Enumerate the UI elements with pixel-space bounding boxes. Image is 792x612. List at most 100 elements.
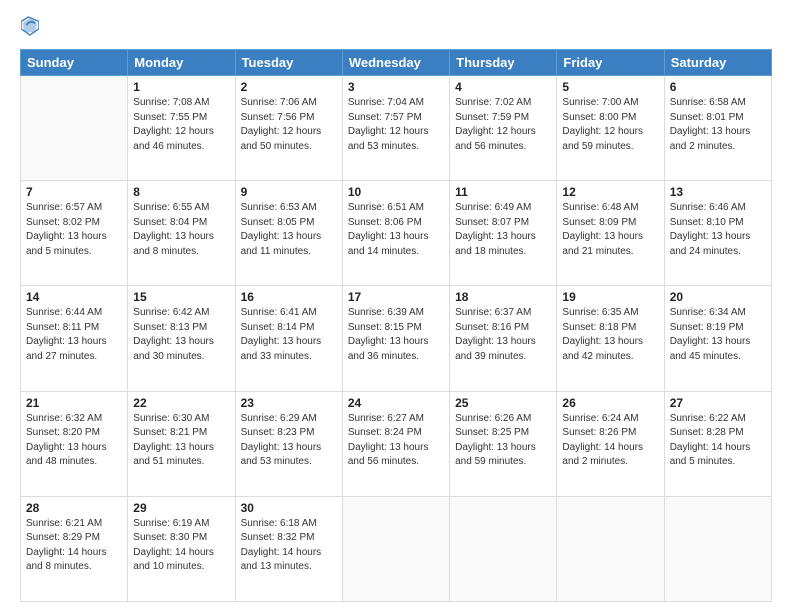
header — [20, 16, 772, 41]
day-number: 3 — [348, 80, 444, 94]
calendar-cell: 15Sunrise: 6:42 AM Sunset: 8:13 PM Dayli… — [128, 286, 235, 391]
page: SundayMondayTuesdayWednesdayThursdayFrid… — [0, 0, 792, 612]
day-number: 25 — [455, 396, 551, 410]
calendar-cell — [557, 496, 664, 601]
calendar-cell — [450, 496, 557, 601]
day-number: 11 — [455, 185, 551, 199]
day-info: Sunrise: 6:39 AM Sunset: 8:15 PM Dayligh… — [348, 306, 444, 364]
calendar-cell: 29Sunrise: 6:19 AM Sunset: 8:30 PM Dayli… — [128, 496, 235, 601]
day-of-week-header: Saturday — [664, 50, 771, 76]
day-number: 12 — [562, 185, 658, 199]
calendar-cell: 30Sunrise: 6:18 AM Sunset: 8:32 PM Dayli… — [235, 496, 342, 601]
day-info: Sunrise: 7:08 AM Sunset: 7:55 PM Dayligh… — [133, 96, 229, 154]
day-info: Sunrise: 6:46 AM Sunset: 8:10 PM Dayligh… — [670, 201, 766, 259]
calendar-table: SundayMondayTuesdayWednesdayThursdayFrid… — [20, 49, 772, 602]
calendar-cell: 21 Sunrise: 6:32 AM Sunset: 8:20 PM Dayli… — [21, 391, 128, 496]
day-info: Sunrise: 6:26 AM Sunset: 8:25 PM Dayligh… — [455, 412, 551, 470]
day-info: Sunrise: 7:04 AM Sunset: 7:57 PM Dayligh… — [348, 96, 444, 154]
calendar-cell: 17 Sunrise: 6:39 AM Sunset: 8:15 PM Dayli… — [342, 286, 449, 391]
day-info: Sunrise: 6:57 AM Sunset: 8:02 PM Dayligh… — [26, 201, 122, 259]
calendar-cell: 23 Sunrise: 6:29 AM Sunset: 8:23 PM Dayli… — [235, 391, 342, 496]
day-number: 13 — [670, 185, 766, 199]
day-info: Sunrise: 6:53 AM Sunset: 8:05 PM Dayligh… — [241, 201, 337, 259]
day-number: 20 — [670, 290, 766, 304]
calendar-cell: 26 Sunrise: 6:24 AM Sunset: 8:26 PM Dayli… — [557, 391, 664, 496]
calendar-cell: 24Sunrise: 6:27 AM Sunset: 8:24 PM Dayli… — [342, 391, 449, 496]
day-info: Sunrise: 6:22 AM Sunset: 8:28 PM Dayligh… — [670, 412, 766, 470]
day-info: Sunrise: 6:49 AM Sunset: 8:07 PM Dayligh… — [455, 201, 551, 259]
calendar-cell: 19 Sunrise: 6:35 AM Sunset: 8:18 PM Dayli… — [557, 286, 664, 391]
calendar-cell: 12 Sunrise: 6:48 AM Sunset: 8:09 PM Dayli… — [557, 181, 664, 286]
day-number: 29 — [133, 501, 229, 515]
day-number: 10 — [348, 185, 444, 199]
calendar-cell: 16 Sunrise: 6:41 AM Sunset: 8:14 PM Dayli… — [235, 286, 342, 391]
day-number: 8 — [133, 185, 229, 199]
day-info: Sunrise: 7:06 AM Sunset: 7:56 PM Dayligh… — [241, 96, 337, 154]
calendar-cell: 5 Sunrise: 7:00 AM Sunset: 8:00 PM Daylig… — [557, 76, 664, 181]
calendar-cell: 22 Sunrise: 6:30 AM Sunset: 8:21 PM Dayli… — [128, 391, 235, 496]
day-info: Sunrise: 6:35 AM Sunset: 8:18 PM Dayligh… — [562, 306, 658, 364]
calendar-cell — [664, 496, 771, 601]
calendar-week-row: 28Sunrise: 6:21 AM Sunset: 8:29 PM Dayli… — [21, 496, 772, 601]
day-info: Sunrise: 6:18 AM Sunset: 8:32 PM Dayligh… — [241, 517, 337, 575]
calendar-week-row: 7 Sunrise: 6:57 AM Sunset: 8:02 PM Daylig… — [21, 181, 772, 286]
day-of-week-header: Thursday — [450, 50, 557, 76]
day-number: 26 — [562, 396, 658, 410]
day-of-week-header: Sunday — [21, 50, 128, 76]
calendar-cell: 2Sunrise: 7:06 AM Sunset: 7:56 PM Daylig… — [235, 76, 342, 181]
day-info: Sunrise: 6:55 AM Sunset: 8:04 PM Dayligh… — [133, 201, 229, 259]
calendar-week-row: 14Sunrise: 6:44 AM Sunset: 8:11 PM Dayli… — [21, 286, 772, 391]
calendar-cell: 8 Sunrise: 6:55 AM Sunset: 8:04 PM Daylig… — [128, 181, 235, 286]
calendar-cell — [21, 76, 128, 181]
day-info: Sunrise: 7:02 AM Sunset: 7:59 PM Dayligh… — [455, 96, 551, 154]
day-number: 27 — [670, 396, 766, 410]
calendar-week-row: 21 Sunrise: 6:32 AM Sunset: 8:20 PM Dayli… — [21, 391, 772, 496]
day-number: 5 — [562, 80, 658, 94]
calendar-cell: 3 Sunrise: 7:04 AM Sunset: 7:57 PM Daylig… — [342, 76, 449, 181]
calendar-cell: 7 Sunrise: 6:57 AM Sunset: 8:02 PM Daylig… — [21, 181, 128, 286]
day-number: 16 — [241, 290, 337, 304]
calendar-body: 1Sunrise: 7:08 AM Sunset: 7:55 PM Daylig… — [21, 76, 772, 602]
day-info: Sunrise: 6:34 AM Sunset: 8:19 PM Dayligh… — [670, 306, 766, 364]
logo-icon — [21, 16, 39, 36]
calendar-cell: 4 Sunrise: 7:02 AM Sunset: 7:59 PM Daylig… — [450, 76, 557, 181]
calendar-cell — [342, 496, 449, 601]
day-of-week-header: Friday — [557, 50, 664, 76]
day-number: 28 — [26, 501, 122, 515]
day-number: 21 — [26, 396, 122, 410]
day-info: Sunrise: 6:29 AM Sunset: 8:23 PM Dayligh… — [241, 412, 337, 470]
calendar-cell: 25 Sunrise: 6:26 AM Sunset: 8:25 PM Dayli… — [450, 391, 557, 496]
day-info: Sunrise: 6:48 AM Sunset: 8:09 PM Dayligh… — [562, 201, 658, 259]
calendar-cell: 28Sunrise: 6:21 AM Sunset: 8:29 PM Dayli… — [21, 496, 128, 601]
day-number: 6 — [670, 80, 766, 94]
day-info: Sunrise: 6:30 AM Sunset: 8:21 PM Dayligh… — [133, 412, 229, 470]
day-number: 4 — [455, 80, 551, 94]
day-info: Sunrise: 6:24 AM Sunset: 8:26 PM Dayligh… — [562, 412, 658, 470]
day-number: 19 — [562, 290, 658, 304]
day-number: 7 — [26, 185, 122, 199]
calendar-header-row: SundayMondayTuesdayWednesdayThursdayFrid… — [21, 50, 772, 76]
day-number: 24 — [348, 396, 444, 410]
day-of-week-header: Wednesday — [342, 50, 449, 76]
day-number: 23 — [241, 396, 337, 410]
calendar-cell: 10 Sunrise: 6:51 AM Sunset: 8:06 PM Dayli… — [342, 181, 449, 286]
calendar-cell: 20 Sunrise: 6:34 AM Sunset: 8:19 PM Dayli… — [664, 286, 771, 391]
calendar-cell: 1Sunrise: 7:08 AM Sunset: 7:55 PM Daylig… — [128, 76, 235, 181]
day-info: Sunrise: 6:32 AM Sunset: 8:20 PM Dayligh… — [26, 412, 122, 470]
day-info: Sunrise: 7:00 AM Sunset: 8:00 PM Dayligh… — [562, 96, 658, 154]
day-info: Sunrise: 6:44 AM Sunset: 8:11 PM Dayligh… — [26, 306, 122, 364]
calendar-cell: 13 Sunrise: 6:46 AM Sunset: 8:10 PM Dayli… — [664, 181, 771, 286]
day-number: 18 — [455, 290, 551, 304]
logo — [20, 16, 41, 41]
day-info: Sunrise: 6:37 AM Sunset: 8:16 PM Dayligh… — [455, 306, 551, 364]
calendar-cell: 6Sunrise: 6:58 AM Sunset: 8:01 PM Daylig… — [664, 76, 771, 181]
day-number: 17 — [348, 290, 444, 304]
day-of-week-header: Tuesday — [235, 50, 342, 76]
day-info: Sunrise: 6:51 AM Sunset: 8:06 PM Dayligh… — [348, 201, 444, 259]
day-info: Sunrise: 6:41 AM Sunset: 8:14 PM Dayligh… — [241, 306, 337, 364]
calendar-cell: 18 Sunrise: 6:37 AM Sunset: 8:16 PM Dayli… — [450, 286, 557, 391]
calendar-week-row: 1Sunrise: 7:08 AM Sunset: 7:55 PM Daylig… — [21, 76, 772, 181]
calendar-cell: 9Sunrise: 6:53 AM Sunset: 8:05 PM Daylig… — [235, 181, 342, 286]
day-info: Sunrise: 6:42 AM Sunset: 8:13 PM Dayligh… — [133, 306, 229, 364]
day-number: 22 — [133, 396, 229, 410]
